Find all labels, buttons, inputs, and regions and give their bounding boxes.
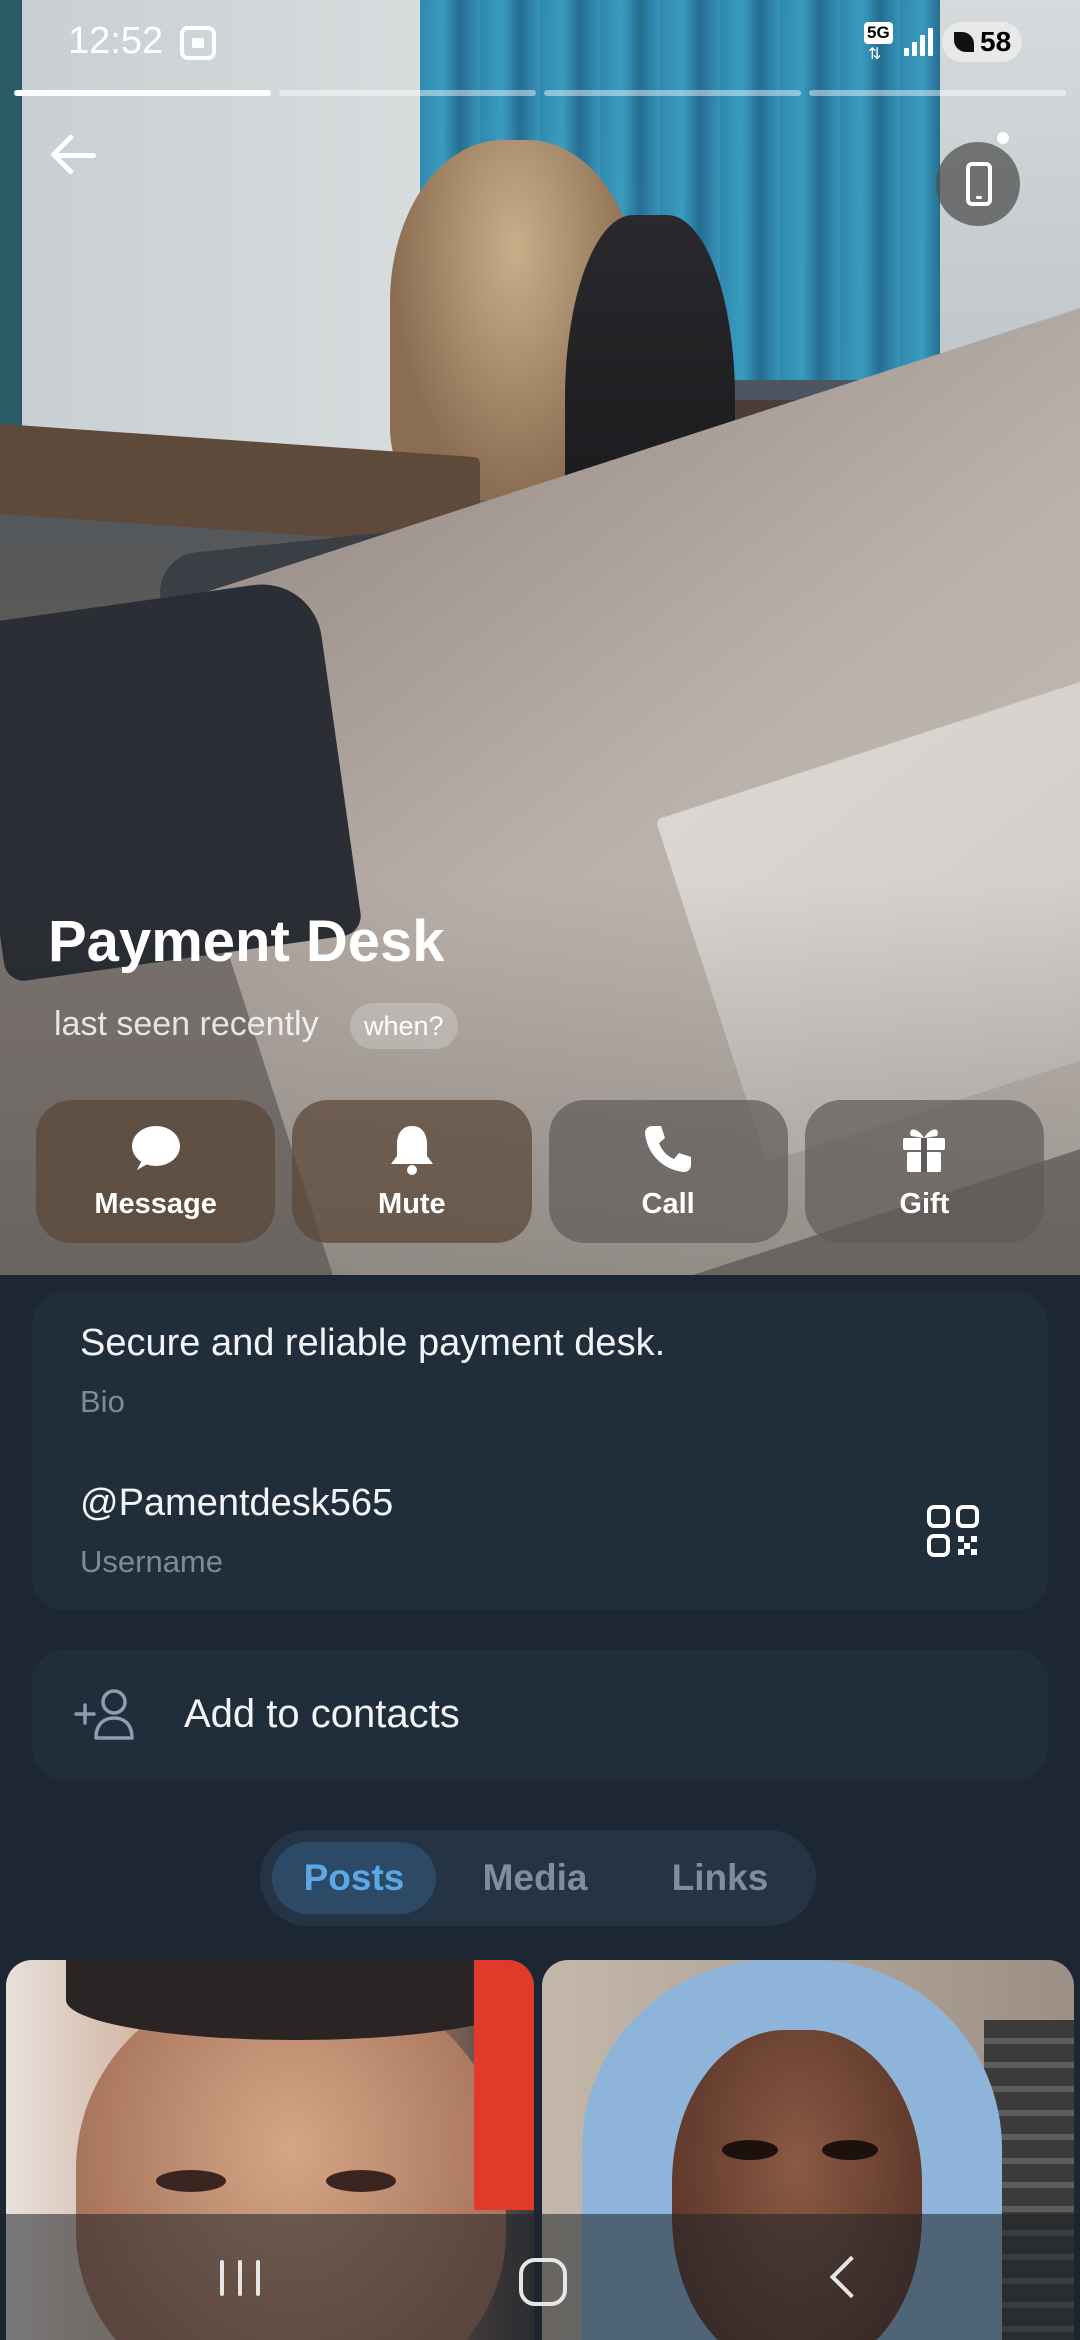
signal-icon [904,26,934,56]
qr-code-icon[interactable] [926,1504,980,1558]
notification-dot [997,132,1009,144]
thumbnail-eye [722,2140,778,2160]
power-saving-icon [954,32,974,52]
profile-cover-photo[interactable] [0,0,1080,1275]
battery-level: 58 [980,26,1012,57]
system-navigation-bar [0,2214,1080,2340]
gift-icon [903,1129,946,1172]
mute-label: Mute [378,1188,446,1220]
mute-button[interactable]: Mute [292,1100,532,1243]
thumbnail-hair [66,1960,526,2040]
phone-icon [645,1126,692,1172]
screenshot-icon [180,26,216,60]
add-to-contacts-button[interactable]: Add to contacts [32,1650,1048,1780]
thumbnail-background [474,1960,534,2210]
recents-button[interactable] [200,2244,280,2310]
status-time: 12:52 [68,20,164,62]
story-progress [14,90,1066,96]
profile-actions: Message Mute Call Gift [36,1100,1044,1243]
add-contact-icon [74,1689,134,1740]
battery-indicator: 58 [942,22,1022,62]
profile-tabs: Posts Media Links [260,1830,816,1926]
tab-media[interactable]: Media [460,1842,610,1914]
gift-button[interactable]: Gift [804,1100,1044,1243]
data-activity-icon: ⇅ [868,46,882,63]
call-label: Call [641,1188,695,1220]
status-bar: 12:52 5G ⇅ 58 [0,0,1080,90]
back-arrow-icon[interactable] [48,128,104,184]
story-progress-segment [14,90,271,96]
username-caption: Username [80,1544,223,1579]
thumbnail-eye [822,2140,878,2160]
profile-name: Payment Desk [48,909,445,974]
profile-info-card: Secure and reliable payment desk. Bio @P… [32,1292,1048,1610]
bio-text: Secure and reliable payment desk. [80,1322,666,1364]
call-button[interactable]: Call [548,1100,788,1243]
gift-label: Gift [899,1188,950,1220]
tab-posts[interactable]: Posts [272,1842,436,1914]
when-chip[interactable]: when? [350,1003,458,1049]
message-button[interactable]: Message [36,1100,276,1243]
story-progress-segment [544,90,801,96]
message-label: Message [94,1188,217,1220]
nav-back-button[interactable] [806,2244,886,2310]
bio-caption: Bio [80,1384,125,1419]
thumbnail-eye [326,2170,396,2192]
username-text[interactable]: @Pamentdesk565 [80,1482,393,1525]
tab-links[interactable]: Links [640,1842,800,1914]
thumbnail-eye [156,2170,226,2192]
home-button[interactable] [503,2244,583,2310]
phone-device-icon [966,162,992,206]
add-to-contacts-label: Add to contacts [184,1692,460,1736]
story-progress-segment [279,90,536,96]
story-progress-segment [809,90,1066,96]
device-button[interactable] [936,142,1020,226]
bell-icon [390,1126,433,1175]
last-seen-status: last seen recently [54,1005,319,1043]
message-icon [131,1126,180,1170]
network-type-badge: 5G [864,22,893,44]
